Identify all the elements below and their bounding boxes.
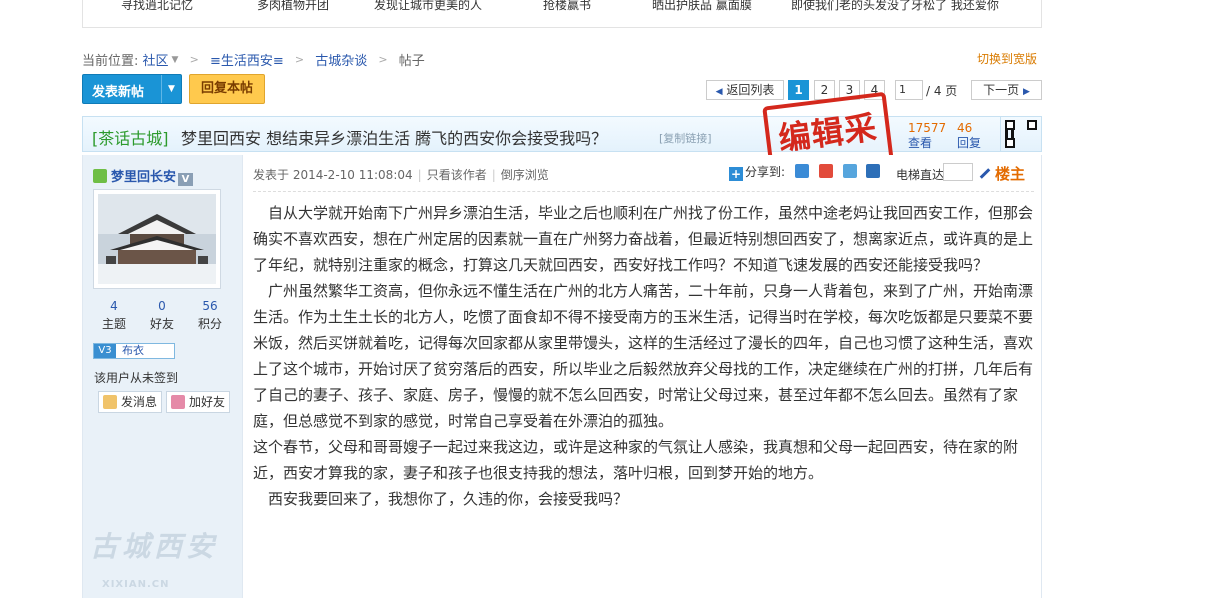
chevron-down-icon[interactable]: ▼ — [172, 55, 179, 65]
floor-label: 楼主 — [995, 165, 1026, 183]
post-content-area: 发表于 2014-2-10 11:08:04 | 只看该作者 | 倒序浏览 + 分享到: … — [243, 155, 1042, 598]
thread-title-bar: [茶话古城] 梦里回西安 想结束异乡漂泊生活 腾飞的西安你会接受我吗？ [复制链… — [82, 116, 1042, 152]
new-post-button[interactable]: 发表新帖 ▼ — [82, 74, 182, 104]
post-paragraph: 广州虽然繁华工资高，但你永远不懂生活在广州的北方人痛苦，二十年前，只身一人背着包… — [253, 282, 1034, 430]
share-qzone-icon[interactable] — [794, 164, 809, 178]
site-watermark: 古城西安 XIXIAN.CN — [90, 525, 240, 590]
post-paragraph: 这个春节，父母和哥哥嫂子一起过来我这边，或许是这种家的气氛让人感染，我真想和父母… — [253, 438, 1019, 482]
level-tag: V3 — [94, 344, 116, 358]
top-link[interactable]: 多肉植物开团 — [257, 0, 329, 13]
breadcrumb-life-xian[interactable]: ≡生活西安≡ — [210, 50, 284, 69]
breadcrumb-prefix: 当前位置: — [82, 54, 139, 69]
top-link[interactable]: 寻找逍北记忆 — [121, 0, 193, 13]
breadcrumb-current: 帖子 — [398, 54, 425, 69]
post-body: 自从大学就开始南下广州异乡漂泊生活，毕业之后也顺利在广州找了份工作，虽然中途老妈… — [253, 200, 1033, 512]
breadcrumb-separator-icon: > — [189, 53, 199, 66]
stat-label: 主题 — [101, 317, 126, 331]
user-level-badge: V3 布衣 — [93, 343, 175, 359]
user-online-icon — [93, 169, 107, 183]
avatar[interactable] — [93, 189, 221, 289]
back-to-list-button[interactable]: ◀ 返回列表 — [706, 80, 784, 100]
qr-code-icon[interactable] — [1000, 117, 1040, 151]
page-number-input[interactable]: 1 — [895, 80, 923, 100]
switch-wide-link[interactable]: 切换到宽版 — [977, 50, 1037, 67]
breadcrumb: 当前位置: 社区 ▼ > ≡生活西安≡ > 古城杂谈 > 帖子 — [82, 50, 425, 69]
share-bar: + 分享到: — [729, 163, 881, 181]
stat-value: 4 — [110, 299, 118, 313]
stat-value: 56 — [202, 299, 218, 313]
thread-category[interactable]: [茶话古城] — [92, 125, 169, 149]
new-post-label: 发表新帖 — [92, 85, 145, 100]
send-message-label: 发消息 — [121, 395, 158, 409]
stat-value: 0 — [158, 299, 166, 313]
add-friend-button[interactable]: 加好友 — [166, 391, 230, 413]
chevron-down-icon[interactable]: ▼ — [161, 75, 181, 103]
post-paragraph: 西安我要回来了，我想你了，久违的你，会接受我吗？ — [253, 490, 629, 508]
stat-friends[interactable]: 0 好友 — [139, 298, 185, 334]
meta-divider: | — [491, 168, 496, 182]
add-friend-icon — [171, 395, 185, 409]
envelope-icon — [103, 395, 117, 409]
chevron-right-icon: ▶ — [1022, 87, 1030, 97]
top-link[interactable]: 即使我们老的头发没了牙松了 我还爱你 — [791, 0, 999, 13]
stat-points[interactable]: 56 积分 — [187, 298, 233, 334]
signin-status: 该用户从未签到 — [94, 371, 179, 385]
next-page-label: 下一页 — [983, 83, 1020, 97]
stat-label: 好友 — [149, 317, 174, 331]
reply-button[interactable]: 回复本帖 — [189, 74, 265, 104]
stat-topics[interactable]: 4 主题 — [91, 298, 137, 334]
verified-badge-icon: V — [178, 173, 194, 186]
replies-label: 回复 — [957, 136, 982, 150]
reverse-order-link[interactable]: 倒序浏览 — [501, 168, 549, 182]
breadcrumb-community[interactable]: 社区 — [143, 50, 169, 69]
page-button[interactable]: 1 — [788, 80, 809, 100]
copy-link-button[interactable]: [复制链接] — [659, 130, 712, 146]
post-date: 发表于 2014-2-10 11:08:04 — [253, 168, 413, 182]
watermark-main: 古城西安 — [90, 530, 219, 563]
share-weibo-icon[interactable] — [818, 164, 833, 178]
post-meta: 发表于 2014-2-10 11:08:04 | 只看该作者 | 倒序浏览 — [253, 166, 549, 183]
thread-title: 梦里回西安 想结束异乡漂泊生活 腾飞的西安你会接受我吗？ — [181, 129, 608, 148]
meta-divider: | — [417, 168, 422, 182]
level-name: 布衣 — [122, 344, 144, 357]
jump-to-floor-input[interactable] — [943, 163, 973, 181]
page-total: / 4 页 — [926, 84, 958, 98]
post-paragraph: 自从大学就开始南下广州异乡漂泊生活，毕业之后也顺利在广州找了份工作，虽然中途老妈… — [253, 204, 1034, 274]
jump-to-floor-label: 电梯直达 — [896, 168, 945, 182]
breadcrumb-separator-icon: > — [294, 53, 305, 66]
share-renren-icon[interactable] — [866, 164, 881, 178]
share-plus-icon[interactable]: + — [729, 167, 743, 181]
pen-icon — [979, 168, 991, 179]
top-link[interactable]: 抢楼赢书 — [543, 0, 591, 13]
page-button[interactable]: 2 — [814, 80, 835, 100]
watermark-sub: XIXIAN.CN — [102, 579, 170, 590]
chevron-left-icon: ◀ — [715, 87, 723, 97]
next-page-button[interactable]: 下一页 ▶ — [971, 80, 1042, 100]
stat-label: 积分 — [197, 317, 222, 331]
share-tweibo-icon[interactable] — [842, 164, 857, 178]
replies-count: 46 — [957, 121, 973, 135]
breadcrumb-separator-icon: > — [378, 53, 388, 66]
only-author-link[interactable]: 只看该作者 — [427, 168, 487, 182]
views-count: 17577 — [908, 121, 947, 135]
back-to-list-label: 返回列表 — [726, 83, 775, 97]
breadcrumb-forum[interactable]: 古城杂谈 — [315, 50, 367, 69]
top-links-bar: 寻找逍北记忆 多肉植物开团 发现让城市更美的人 抢楼赢书 晒出护肤品 赢面膜 即… — [82, 0, 1042, 28]
share-label: 分享到: — [745, 165, 786, 179]
floor-number: 楼主 — [979, 163, 1025, 184]
send-message-button[interactable]: 发消息 — [98, 391, 162, 413]
author-name[interactable]: 梦里回长安 — [111, 170, 176, 185]
author-name-row: 梦里回长安 V — [93, 166, 194, 186]
views-label: 查看 — [908, 136, 933, 150]
top-link[interactable]: 发现让城市更美的人 — [374, 0, 482, 13]
top-link[interactable]: 晒出护肤品 赢面膜 — [652, 0, 752, 13]
add-friend-label: 加好友 — [189, 395, 226, 409]
post-divider — [253, 191, 1034, 192]
